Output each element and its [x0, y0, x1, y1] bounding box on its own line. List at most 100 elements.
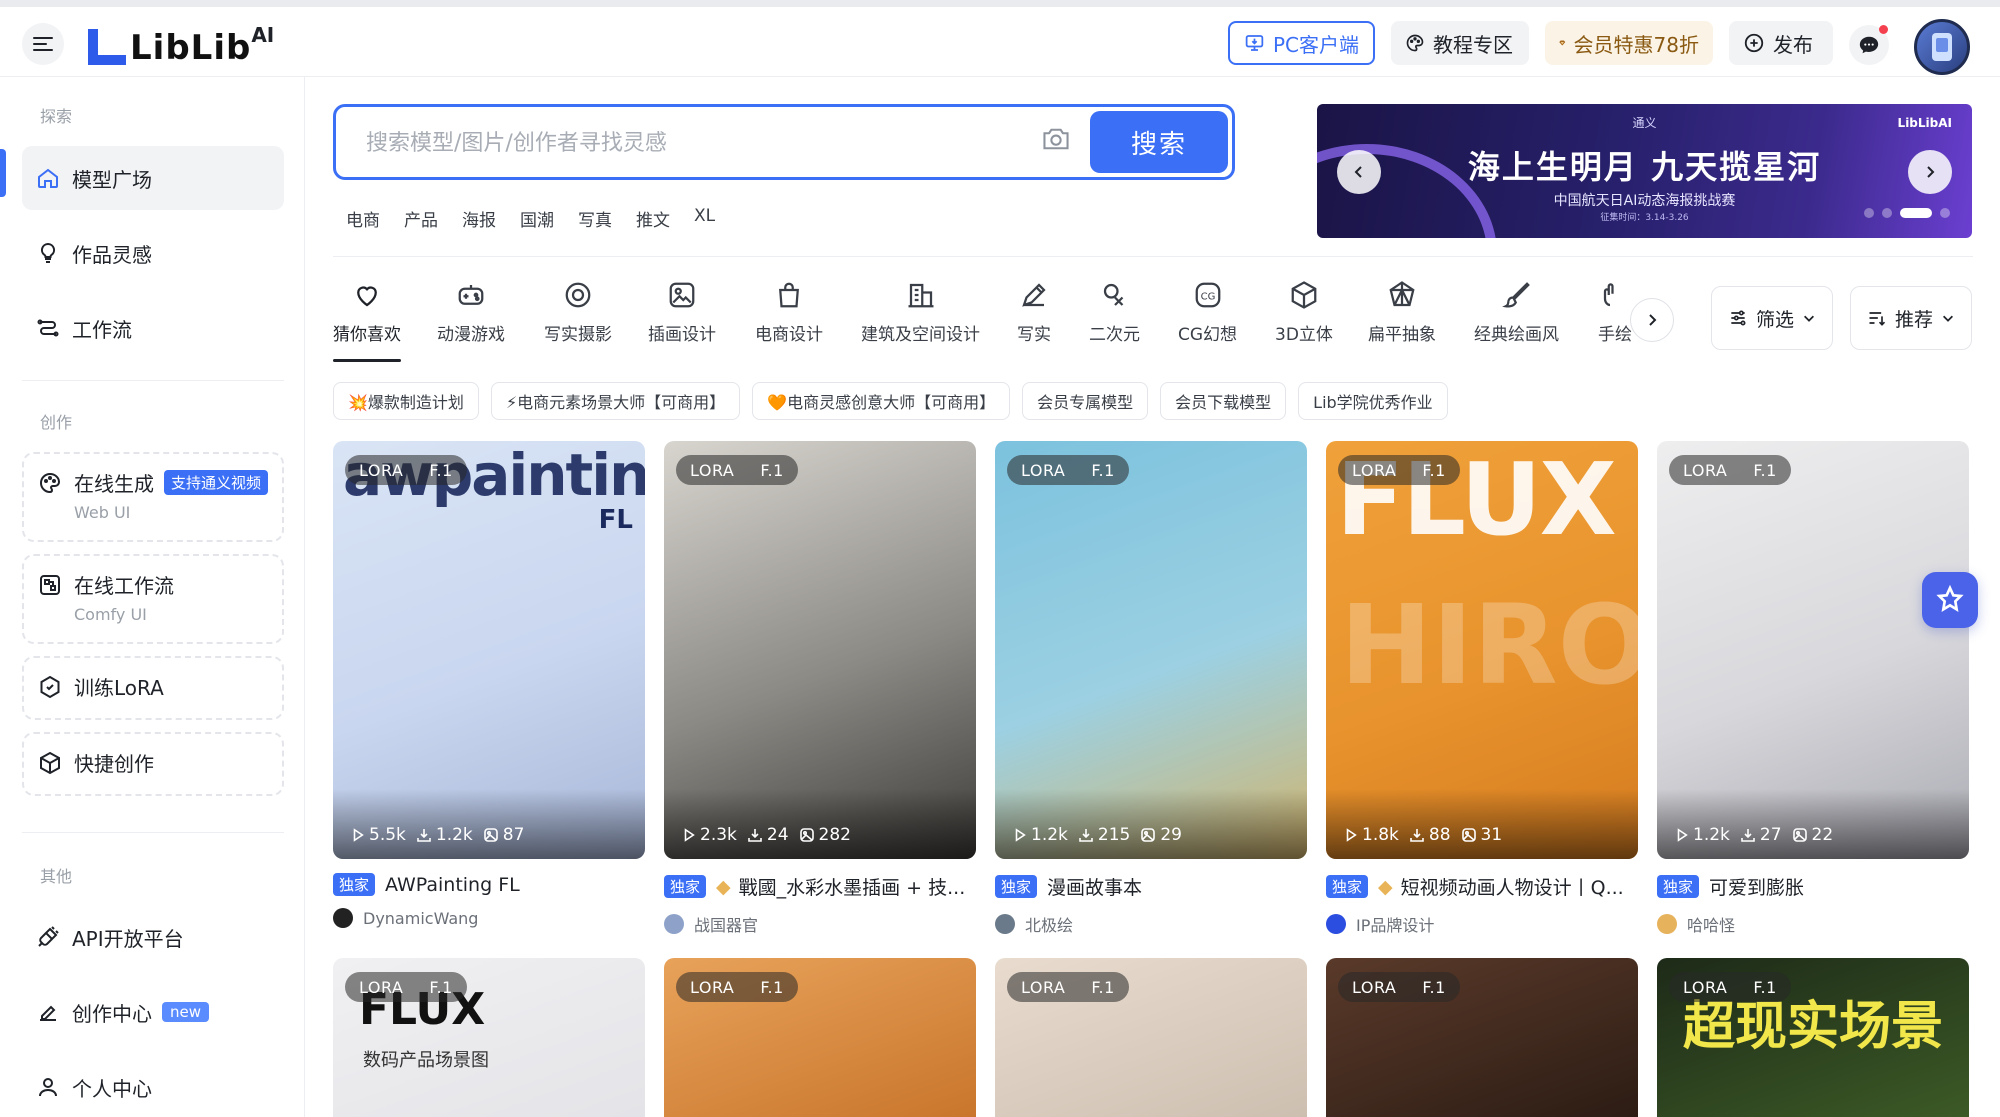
- hot-tag[interactable]: 产品: [404, 206, 438, 231]
- user-avatar[interactable]: [1914, 19, 1970, 75]
- create-card-train-lora[interactable]: 训练LoRA: [22, 656, 284, 720]
- categories-next-button[interactable]: [1630, 298, 1674, 342]
- banner-next-button[interactable]: [1908, 150, 1952, 194]
- tab-photography[interactable]: 写实摄影: [544, 280, 612, 345]
- base-label: F.1: [1091, 978, 1114, 997]
- sidebar-item-inspiration[interactable]: 作品灵感: [22, 221, 284, 285]
- model-thumbnail[interactable]: LORAF.1: [664, 958, 976, 1117]
- tab-ecommerce[interactable]: 电商设计: [755, 280, 823, 345]
- quick-tag[interactable]: 会员下载模型: [1160, 382, 1286, 420]
- messages-button[interactable]: [1849, 25, 1889, 65]
- create-card-quick-create[interactable]: 快捷创作: [22, 732, 284, 796]
- quick-tag[interactable]: ⚡电商元素场景大师【可商用】: [491, 382, 740, 420]
- banner-prev-button[interactable]: [1337, 150, 1381, 194]
- hot-tag[interactable]: XL: [694, 206, 715, 231]
- model-title[interactable]: 独家 ◆ 短视频动画人物设计丨Q...: [1326, 873, 1638, 900]
- model-card[interactable]: LORAF.1 2.3k 24 282 独家 ◆ 戰國_水彩水墨插画 + 技..…: [664, 441, 976, 936]
- tab-3d[interactable]: 3D立体: [1275, 280, 1333, 345]
- model-card[interactable]: FLUXHIRO LORAF.1 1.8k 88 31 独家 ◆ 短视频动画人物…: [1326, 441, 1638, 936]
- banner-dot-active[interactable]: [1900, 208, 1932, 218]
- model-thumbnail[interactable]: LORAF.1 2.3k 24 282: [664, 441, 976, 859]
- create-card-online-workflow[interactable]: 在线工作流 Comfy UI: [22, 554, 284, 644]
- sidebar-item-creator-center[interactable]: 创作中心 new: [22, 980, 284, 1044]
- tab-hand-drawn[interactable]: 手绘: [1598, 280, 1632, 345]
- hot-tag[interactable]: 国潮: [520, 206, 554, 231]
- exclusive-badge: 独家: [333, 873, 375, 896]
- hot-tag[interactable]: 电商: [346, 206, 380, 231]
- quick-tags: 💥爆款制造计划 ⚡电商元素场景大师【可商用】 🧡电商灵感创意大师【可商用】 会员…: [333, 382, 1448, 420]
- model-thumbnail[interactable]: awpaintingFL LORAF.1 5.5k 1.2k 87: [333, 441, 645, 859]
- hot-tag[interactable]: 写真: [578, 206, 612, 231]
- model-thumbnail[interactable]: FLUX数码产品场景图 LORAF.1: [333, 958, 645, 1117]
- chevron-down-icon: [1802, 311, 1816, 325]
- model-thumbnail[interactable]: FLUXHIRO LORAF.1 1.8k 88 31: [1326, 441, 1638, 859]
- model-title[interactable]: 独家 ◆ 戰國_水彩水墨插画 + 技...: [664, 873, 976, 900]
- tutorial-button[interactable]: 教程专区: [1391, 21, 1529, 65]
- banner-dot[interactable]: [1940, 208, 1950, 218]
- model-author[interactable]: DynamicWang: [333, 908, 645, 928]
- image-search-button[interactable]: [1041, 125, 1071, 157]
- model-title[interactable]: 独家 AWPainting FL: [333, 873, 645, 896]
- quick-tag[interactable]: 💥爆款制造计划: [333, 382, 479, 420]
- model-title[interactable]: 独家 漫画故事本: [995, 873, 1307, 900]
- model-thumbnail[interactable]: LORAF.1 1.2k 27 22: [1657, 441, 1969, 859]
- tab-cg-fantasy[interactable]: CG CG幻想: [1178, 280, 1237, 345]
- model-card[interactable]: FLUX数码产品场景图 LORAF.1: [333, 958, 645, 1117]
- hot-tag[interactable]: 推文: [636, 206, 670, 231]
- tab-architecture[interactable]: 建筑及空间设计: [861, 280, 980, 345]
- sidebar-item-personal-center[interactable]: 个人中心: [22, 1055, 284, 1117]
- model-card[interactable]: awpaintingFL LORAF.1 5.5k 1.2k 87 独家 AWP…: [333, 441, 645, 928]
- pc-client-button[interactable]: PC客户端: [1228, 21, 1375, 65]
- sidebar-item-api[interactable]: API开放平台: [22, 905, 284, 969]
- menu-button[interactable]: [22, 23, 64, 65]
- sort-button[interactable]: 推荐: [1850, 286, 1972, 350]
- promo-banner[interactable]: 通义 LibLibAI 海上生明月 九天揽星河 中国航天日AI动态海报挑战赛 征…: [1317, 104, 1972, 238]
- liblib-logo[interactable]: LibLib AI: [86, 21, 274, 67]
- tab-illustration[interactable]: 插画设计: [648, 280, 716, 345]
- publish-button[interactable]: 发布: [1729, 21, 1833, 65]
- tutorial-label: 教程专区: [1433, 29, 1513, 58]
- quick-tag[interactable]: 会员专属模型: [1022, 382, 1148, 420]
- vip-discount-button[interactable]: 会员特惠78折: [1545, 21, 1713, 65]
- filter-button[interactable]: 筛选: [1711, 286, 1833, 350]
- model-card[interactable]: LORAF.1: [664, 958, 976, 1117]
- model-card[interactable]: LORAF.1: [995, 958, 1307, 1117]
- model-thumbnail[interactable]: LORAF.1: [1326, 958, 1638, 1117]
- tab-guess-you-like[interactable]: 猜你喜欢: [333, 280, 401, 345]
- model-thumbnail[interactable]: LORAF.1: [995, 958, 1307, 1117]
- hot-tag[interactable]: 海报: [462, 206, 496, 231]
- tab-2d[interactable]: 二次元: [1089, 280, 1140, 345]
- banner-dot[interactable]: [1882, 208, 1892, 218]
- quick-tag[interactable]: 🧡电商灵感创意大师【可商用】: [752, 382, 1010, 420]
- floating-assistant-button[interactable]: [1922, 572, 1978, 628]
- model-author[interactable]: 战国器官: [664, 912, 976, 936]
- sidebar-item-label: 工作流: [72, 314, 132, 343]
- model-author[interactable]: 哈哈怪: [1657, 912, 1969, 936]
- sidebar-item-workflow[interactable]: 工作流: [22, 296, 284, 360]
- banner-sponsor: 通义: [1317, 114, 1972, 131]
- model-title[interactable]: 独家 可爱到膨胀: [1657, 873, 1969, 900]
- sidebar-item-model-plaza[interactable]: 模型广场: [22, 146, 284, 210]
- create-card-online-generate[interactable]: 在线生成 支持通义视频 Web UI: [22, 452, 284, 542]
- model-thumbnail[interactable]: LORAF.1 1.2k 215 29: [995, 441, 1307, 859]
- tab-anime-game[interactable]: 动漫游戏: [437, 280, 505, 345]
- tab-flat-abstract[interactable]: 扁平抽象: [1368, 280, 1436, 345]
- model-author[interactable]: 北极绘: [995, 912, 1307, 936]
- model-card[interactable]: 超现实场景 LORAF.1: [1657, 958, 1969, 1117]
- model-card[interactable]: LORAF.1 1.2k 27 22 独家 可爱到膨胀 哈哈怪: [1657, 441, 1969, 936]
- model-thumbnail[interactable]: 超现实场景 LORAF.1: [1657, 958, 1969, 1117]
- search-button[interactable]: 搜索: [1090, 111, 1228, 173]
- tab-realistic[interactable]: 写实: [1017, 280, 1051, 345]
- tab-classic-painting[interactable]: 经典绘画风: [1474, 280, 1559, 345]
- model-card[interactable]: LORAF.1 1.2k 215 29 独家 漫画故事本 北极绘: [995, 441, 1307, 936]
- search-input[interactable]: [366, 125, 1006, 161]
- tab-label: 动漫游戏: [437, 320, 505, 345]
- model-author[interactable]: IP品牌设计: [1326, 912, 1638, 936]
- quick-tag[interactable]: Lib学院优秀作业: [1298, 382, 1448, 420]
- pc-client-label: PC客户端: [1273, 29, 1359, 58]
- model-card[interactable]: LORAF.1: [1326, 958, 1638, 1117]
- pencil-icon: [1019, 280, 1049, 310]
- plus-circle-icon: [1743, 32, 1765, 54]
- banner-dot[interactable]: [1864, 208, 1874, 218]
- section-divider: [333, 256, 1973, 257]
